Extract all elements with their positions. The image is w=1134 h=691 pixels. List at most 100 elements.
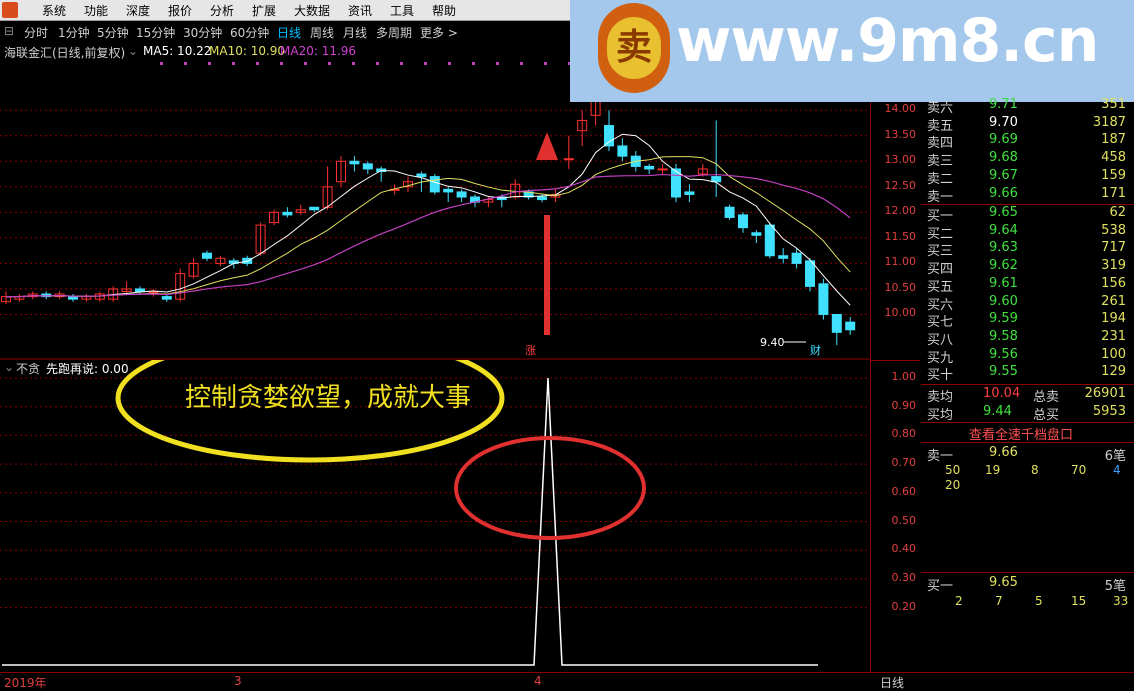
price-axis-label: 10.50 bbox=[884, 280, 917, 294]
period-monthly[interactable]: 月线 bbox=[343, 24, 367, 41]
period-daily[interactable]: 日线 bbox=[277, 24, 301, 41]
buy-row[interactable]: 买四 9.62 319 bbox=[921, 258, 1134, 277]
time-label-april: 4 bbox=[534, 674, 542, 688]
candle-body bbox=[818, 283, 829, 315]
time-label-march: 3 bbox=[234, 674, 242, 688]
marker-dot bbox=[232, 62, 235, 65]
period-30min[interactable]: 30分钟 bbox=[183, 24, 222, 41]
time-label-year: 2019年 bbox=[4, 676, 47, 690]
sell-row[interactable]: 卖六 9.71 351 bbox=[921, 97, 1134, 116]
menu-item-news[interactable]: 资讯 bbox=[348, 2, 372, 19]
buy-row[interactable]: 买六 9.60 261 bbox=[921, 294, 1134, 313]
order-row-volume: 351 bbox=[1101, 97, 1126, 112]
sell1-order-qty: 50 bbox=[945, 463, 961, 477]
buy-row[interactable]: 买十 9.55 129 bbox=[921, 364, 1134, 383]
period-weekly[interactable]: 周线 bbox=[310, 24, 334, 41]
indicator-formula-label: 先跑再说: 0.00 bbox=[46, 362, 129, 376]
menu-item-bigdata[interactable]: 大数据 bbox=[294, 2, 330, 19]
sell1-detail-row[interactable]: 卖一 9.66 6笔 bbox=[921, 445, 1134, 464]
collapse-icon[interactable]: ⊟ bbox=[4, 24, 14, 38]
indicator-axis-label: 0.90 bbox=[891, 398, 917, 412]
candle-body bbox=[644, 165, 655, 170]
order-row-price: 9.68 bbox=[989, 150, 1018, 166]
order-row-label: 卖六 bbox=[927, 101, 954, 116]
indicator-axis-label: 0.60 bbox=[891, 484, 917, 498]
price-candlestick-chart[interactable]: 涨 9.40 财 bbox=[0, 60, 870, 360]
order-row-price: 9.59 bbox=[989, 311, 1018, 327]
watermark-logo-icon: 卖 bbox=[598, 3, 670, 93]
marker-dot bbox=[496, 62, 499, 65]
order-row-price: 9.67 bbox=[989, 167, 1018, 183]
sell-row[interactable]: 卖三 9.68 458 bbox=[921, 150, 1134, 169]
period-1min[interactable]: 1分钟 bbox=[58, 24, 90, 41]
buy-row[interactable]: 买一 9.65 62 bbox=[921, 205, 1134, 224]
marker-dot bbox=[472, 62, 475, 65]
order-row-label: 买六 bbox=[927, 297, 954, 313]
candle-body bbox=[161, 296, 172, 300]
menu-item-help[interactable]: 帮助 bbox=[432, 2, 456, 19]
period-5min[interactable]: 5分钟 bbox=[97, 24, 129, 41]
order-row-label: 买三 bbox=[927, 244, 954, 260]
price-axis-label: 11.50 bbox=[884, 229, 917, 243]
order-row-volume: 458 bbox=[1101, 150, 1126, 166]
full-book-button[interactable]: 查看全速千档盘口 bbox=[969, 424, 1073, 443]
candle-body bbox=[456, 191, 467, 198]
sell-row[interactable]: 卖一 9.66 171 bbox=[921, 185, 1134, 205]
candle-body bbox=[416, 173, 427, 178]
ma-toggle-icon[interactable]: ⌄ bbox=[128, 44, 138, 58]
watermark-banner: 卖 www.9m8.cn bbox=[570, 0, 1134, 102]
ma5-line bbox=[6, 133, 851, 306]
candle-body bbox=[443, 188, 454, 193]
buy1-detail-row[interactable]: 买一 9.65 5笔 bbox=[921, 575, 1134, 594]
summary-cell: 总卖 bbox=[1033, 390, 1060, 405]
indicator-axis-label: 0.80 bbox=[891, 427, 917, 441]
order-row-price: 9.65 bbox=[989, 205, 1018, 220]
candle-body bbox=[349, 160, 360, 165]
marker-dot bbox=[304, 62, 307, 65]
period-60min[interactable]: 60分钟 bbox=[230, 24, 269, 41]
menu-item-quote[interactable]: 报价 bbox=[168, 2, 192, 19]
buy-row[interactable]: 买八 9.58 231 bbox=[921, 329, 1134, 348]
period-more[interactable]: 更多 > bbox=[420, 24, 458, 41]
menu-item-extend[interactable]: 扩展 bbox=[252, 2, 276, 19]
menu-item-tools[interactable]: 工具 bbox=[390, 2, 414, 19]
buy-row[interactable]: 买五 9.61 156 bbox=[921, 276, 1134, 295]
sell-row[interactable]: 卖二 9.67 159 bbox=[921, 167, 1134, 187]
candle-body bbox=[429, 176, 440, 193]
buy-row[interactable]: 买九 9.56 100 bbox=[921, 347, 1134, 366]
menu-item-function[interactable]: 功能 bbox=[84, 2, 108, 19]
menu-item-analysis[interactable]: 分析 bbox=[210, 2, 234, 19]
order-row-volume: 187 bbox=[1101, 132, 1126, 148]
buy-row[interactable]: 买三 9.63 717 bbox=[921, 240, 1134, 260]
sell1-order-qty: 20 bbox=[945, 478, 961, 492]
buy-row[interactable]: 买二 9.64 538 bbox=[921, 223, 1134, 242]
indicator-toggle-icon[interactable]: ⌄ bbox=[4, 360, 14, 374]
buy-row[interactable]: 买七 9.59 194 bbox=[921, 311, 1134, 330]
candle-body bbox=[845, 321, 856, 331]
menu-item-depth[interactable]: 深度 bbox=[126, 2, 150, 19]
buy1-order-qty: 7 bbox=[995, 594, 1003, 608]
menu-item-system[interactable]: 系统 bbox=[42, 2, 66, 19]
period-multi[interactable]: 多周期 bbox=[376, 24, 412, 41]
candle-body bbox=[831, 313, 842, 333]
period-15min[interactable]: 15分钟 bbox=[136, 24, 175, 41]
ma20-value: MA20: 11.96 bbox=[280, 44, 357, 58]
sell-row[interactable]: 卖四 9.69 187 bbox=[921, 132, 1134, 151]
watermark-text: www.9m8.cn bbox=[676, 6, 1099, 76]
indicator-chart[interactable]: 控制贪婪欲望，成就大事 bbox=[0, 360, 870, 672]
slogan-text: 控制贪婪欲望，成就大事 bbox=[185, 383, 471, 413]
marker-dot bbox=[448, 62, 451, 65]
order-row-label: 卖二 bbox=[927, 171, 954, 187]
summary-cell: 10.04 bbox=[983, 386, 1021, 401]
candle-body bbox=[135, 288, 145, 292]
candle-body bbox=[202, 252, 212, 259]
order-row-volume: 159 bbox=[1101, 167, 1126, 183]
order-row-volume: 717 bbox=[1101, 240, 1126, 256]
candle-body bbox=[563, 158, 574, 161]
sell-row[interactable]: 卖五 9.70 3187 bbox=[921, 115, 1134, 134]
cai-tag: 财 bbox=[810, 343, 821, 357]
marker-dot bbox=[160, 62, 163, 65]
price-axis-label: 13.50 bbox=[884, 127, 917, 141]
order-row-price: 9.66 bbox=[989, 185, 1018, 201]
period-intraday[interactable]: 分时 bbox=[24, 24, 48, 41]
